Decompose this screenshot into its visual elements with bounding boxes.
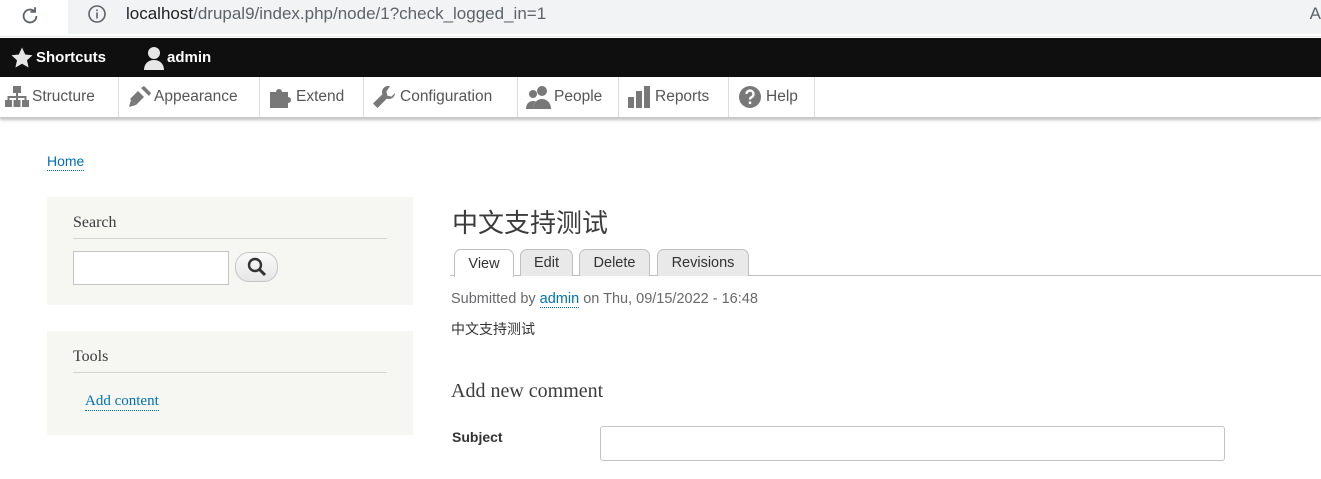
submitted-info: Submitted by admin on Thu, 09/15/2022 - …	[451, 291, 758, 308]
url-host: localhost	[126, 4, 194, 23]
menu-item-configuration[interactable]: Configuration	[364, 77, 518, 117]
search-block-title: Search	[73, 197, 387, 239]
menu-label-structure: Structure	[32, 88, 95, 105]
add-content-link[interactable]: Add content	[85, 393, 159, 411]
tab-revisions[interactable]: Revisions	[657, 249, 749, 276]
sitemap-icon	[5, 86, 29, 107]
browser-address-bar: localhost/drupal9/index.php/node/1?check…	[0, 0, 1321, 37]
tab-delete[interactable]: Delete	[579, 249, 650, 276]
menu-item-appearance[interactable]: Appearance	[119, 77, 260, 117]
menu-item-extend[interactable]: Extend	[260, 77, 364, 117]
breadcrumb-home-link[interactable]: Home	[47, 153, 85, 171]
puzzle-icon	[270, 89, 291, 108]
menu-label-configuration: Configuration	[400, 88, 493, 105]
menu-item-structure[interactable]: Structure	[0, 77, 119, 117]
admin-menu-tray: Structure Appearance Extend Configuratio…	[0, 77, 1321, 118]
site-info-icon[interactable]	[87, 4, 107, 24]
search-button[interactable]	[235, 252, 278, 282]
menu-label-help: Help	[766, 88, 798, 105]
author-link[interactable]: admin	[539, 291, 580, 308]
reader-mode-icon[interactable]: A	[1310, 4, 1321, 24]
menu-item-people[interactable]: People	[518, 77, 619, 117]
url-text[interactable]: localhost/drupal9/index.php/node/1?check…	[126, 4, 546, 24]
tab-edit[interactable]: Edit	[520, 249, 573, 276]
wrench-icon	[373, 85, 396, 108]
help-icon	[739, 86, 761, 108]
url-path: /drupal9/index.php/node/1?check_logged_i…	[193, 4, 547, 23]
menu-label-people: People	[554, 88, 603, 105]
menu-item-help[interactable]: Help	[729, 77, 815, 117]
shortcuts-tab[interactable]: Shortcuts	[10, 38, 106, 77]
star-icon	[11, 47, 33, 67]
subject-input[interactable]	[600, 426, 1225, 461]
people-icon	[526, 86, 551, 109]
admin-toolbar: Shortcuts admin	[0, 38, 1321, 77]
menu-label-appearance: Appearance	[154, 88, 238, 105]
comment-form-title: Add new comment	[451, 380, 604, 402]
paintbrush-icon	[129, 86, 151, 107]
node-body: 中文支持测试	[451, 321, 535, 337]
user-icon	[144, 46, 164, 70]
search-icon	[247, 257, 266, 277]
subject-label: Subject	[452, 429, 503, 445]
bar-chart-icon	[628, 86, 650, 108]
search-input[interactable]	[73, 251, 229, 285]
user-label: admin	[167, 49, 212, 66]
menu-label-extend: Extend	[296, 88, 345, 105]
tab-view[interactable]: View	[454, 249, 514, 277]
submitted-prefix: Submitted by	[451, 291, 536, 307]
search-block: Search	[47, 197, 413, 305]
reload-icon[interactable]	[17, 3, 43, 29]
page-title: 中文支持测试	[452, 209, 609, 239]
tools-block-title: Tools	[73, 331, 387, 373]
user-tab[interactable]: admin	[143, 38, 211, 77]
menu-item-reports[interactable]: Reports	[619, 77, 729, 117]
menu-label-reports: Reports	[655, 88, 710, 105]
shortcuts-label: Shortcuts	[36, 49, 107, 66]
tools-block: Tools Add content	[47, 331, 413, 435]
submitted-date: on Thu, 09/15/2022 - 16:48	[583, 291, 758, 307]
